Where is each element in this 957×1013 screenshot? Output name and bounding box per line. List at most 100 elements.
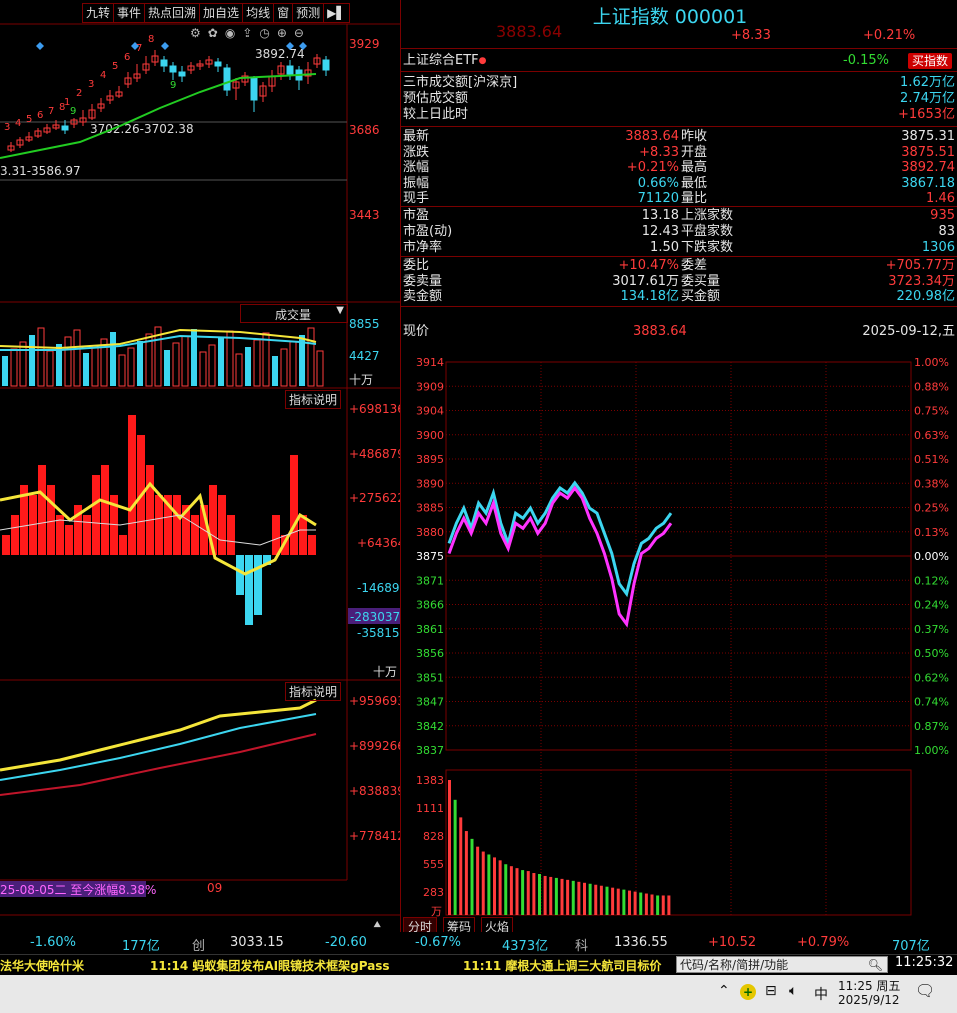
pe_left-row: 市盈 13.18: [403, 208, 679, 224]
panel1-row: 较上日此时 +1653亿: [403, 107, 955, 123]
kline-chart[interactable]: 3929 3686 3443 3892.74 3702.26-3702.38 3…: [0, 0, 400, 918]
svg-text:-358150: -358150: [357, 626, 400, 640]
intraday-volume-bar: [532, 873, 536, 915]
intraday-vol-tick: 283: [423, 886, 444, 899]
intraday-volume-bar: [515, 868, 519, 915]
volume-tick: 8855: [349, 317, 380, 331]
taskbar-time[interactable]: 11:25 周五: [838, 977, 900, 994]
buy-index-button[interactable]: 买指数: [908, 53, 953, 69]
order_right-value: 220.98亿: [896, 289, 956, 304]
volume-icon[interactable]: 🔈︎: [789, 983, 797, 999]
intraday-header: 现价 3883.64 2025-09-12,五: [403, 324, 955, 339]
header-change-pct: +0.21%: [863, 28, 916, 43]
svg-text:+959693: +959693: [349, 694, 400, 708]
quote_right-row: 开盘 3875.51: [681, 145, 955, 161]
indicator1-help-button[interactable]: 指标说明: [285, 390, 342, 409]
pe_right-row: 下跌家数 1306: [681, 240, 955, 256]
news-item[interactable]: 11:11 摩根大通上调三大航司目标价: [463, 957, 661, 974]
quote_left-label: 振幅: [403, 175, 430, 191]
intraday-pct-tick: 0.51%: [914, 453, 949, 466]
order_left-row: 委卖量 3017.61万: [403, 274, 679, 290]
order_right-row: 委买量 3723.34万: [681, 274, 955, 290]
intraday-volume-bar: [566, 879, 570, 915]
quote_right-label: 量比: [681, 191, 708, 206]
search-input[interactable]: 代码/名称/简拼/功能 🔍︎: [676, 956, 888, 973]
intraday-pct-tick: 0.88%: [914, 380, 949, 393]
order_left-value: 134.18亿: [620, 289, 680, 304]
indicator2-lines: [0, 698, 317, 796]
pe_right-row: 平盘家数 83: [681, 224, 955, 240]
ime-indicator[interactable]: 中: [814, 984, 828, 1004]
network-icon[interactable]: ⊟: [765, 983, 777, 999]
volume-selector[interactable]: 成交量 ▼: [240, 304, 348, 323]
notification-icon[interactable]: 🗨︎: [915, 981, 935, 1000]
svg-text:3: 3: [4, 122, 10, 133]
intraday-y-tick: 3900: [416, 429, 444, 442]
intraday-y-tick: 3851: [416, 671, 444, 684]
intraday-pct-tick: 0.38%: [914, 477, 949, 490]
kline-month-label: 09: [207, 881, 222, 895]
intraday-y-tick: 3856: [416, 647, 444, 660]
etf-row[interactable]: 上证综合ETF● -0.15% 买指数: [403, 53, 955, 69]
page-title: 上证指数 000001: [592, 6, 748, 28]
intraday-volume-bar: [509, 866, 513, 915]
kline-price-tick: 3686: [349, 123, 380, 137]
intraday-volume-bar: [498, 860, 502, 915]
quote_right-label: 昨收: [681, 129, 708, 144]
intraday-chart[interactable]: 3914 1.00% 3909 0.88% 3904 0.75% 3900 0.63% 3895…: [401, 350, 957, 918]
intraday-y-tick: 3837: [416, 744, 444, 757]
quote_left-value: 0.66%: [637, 175, 679, 191]
intraday-pct-tick: 0.25%: [914, 502, 949, 515]
kline-panel[interactable]: 九转 事件 热点回溯 加自选 均线 窗 预测 ▶▌ ⚙✿◉⇪◷⊕⊖ 3929 3…: [0, 0, 400, 933]
intraday-volume-bar: [464, 831, 468, 915]
volume-unit: 十万: [349, 373, 373, 387]
intraday-vol-tick: 555: [423, 858, 444, 871]
ticker-item: 177亿: [122, 939, 160, 954]
app-tray-icon[interactable]: +: [740, 984, 756, 1000]
pin-icon[interactable]: ⯅: [372, 918, 382, 933]
ticker-item: 3033.15: [230, 935, 284, 950]
header-change: +8.33: [731, 28, 771, 43]
quote_left-value: +0.21%: [626, 160, 679, 175]
intraday-y-tick: 3880: [416, 526, 444, 539]
chevron-up-icon[interactable]: ⌃: [718, 983, 730, 999]
kline-ma-label: 3702.26-3702.38: [90, 122, 194, 136]
indicator2-help-button[interactable]: 指标说明: [285, 682, 342, 701]
kline-price-tick: 3929: [349, 37, 380, 51]
intraday-pct-tick: 0.74%: [914, 696, 949, 709]
search-icon[interactable]: 🔍︎: [868, 957, 883, 974]
svg-text:8: 8: [148, 34, 154, 45]
order_right-row: 委差 +705.77万: [681, 258, 955, 274]
intraday-volume-bar: [453, 799, 457, 915]
intraday-volume-bar: [616, 888, 620, 915]
news-item[interactable]: 法华大使哈什米: [0, 957, 84, 974]
indicator1-ticks: +698136 +486879 +275622 +64364 -146893 -…: [349, 402, 400, 640]
intraday-volume-bar: [667, 895, 671, 915]
volume-tick: 4427: [349, 349, 380, 363]
order_right-value: 3723.34万: [888, 273, 955, 289]
intraday-volume-bar: [628, 890, 631, 915]
pe_left-row: 市盈(动) 12.43: [403, 224, 679, 240]
intraday-volume-bar: [481, 851, 485, 915]
pe_right-label: 下跌家数: [681, 240, 734, 255]
intraday-pct-tick: 1.00%: [914, 356, 949, 369]
svg-text:+486879: +486879: [349, 447, 400, 461]
intraday-volume-bar: [611, 887, 615, 915]
intraday-volume-bar: [560, 878, 564, 915]
svg-text:+838839: +838839: [349, 784, 400, 798]
intraday-y-tick: 3890: [416, 477, 444, 490]
order_right-value: +705.77万: [885, 258, 955, 273]
svg-text:3: 3: [88, 79, 94, 90]
panel1-value: 1.62万亿: [900, 75, 955, 90]
svg-text:-146893: -146893: [357, 581, 400, 595]
pe_left-value: 13.18: [641, 208, 679, 223]
intraday-pct-tick: 0.50%: [914, 647, 949, 660]
intraday-y-tick: 3895: [416, 453, 444, 466]
taskbar-date[interactable]: 2025/9/12: [838, 993, 900, 1007]
intraday-volume-bar: [622, 889, 626, 915]
intraday-pct-tick: 0.75%: [914, 405, 949, 418]
intraday-pct-tick: 1.00%: [914, 744, 949, 757]
news-item[interactable]: 11:14 蚂蚁集团发布AI眼镜技术框架gPass: [150, 957, 390, 974]
intraday-volume-bar: [459, 817, 463, 915]
ticker-item: -0.67%: [415, 935, 461, 950]
